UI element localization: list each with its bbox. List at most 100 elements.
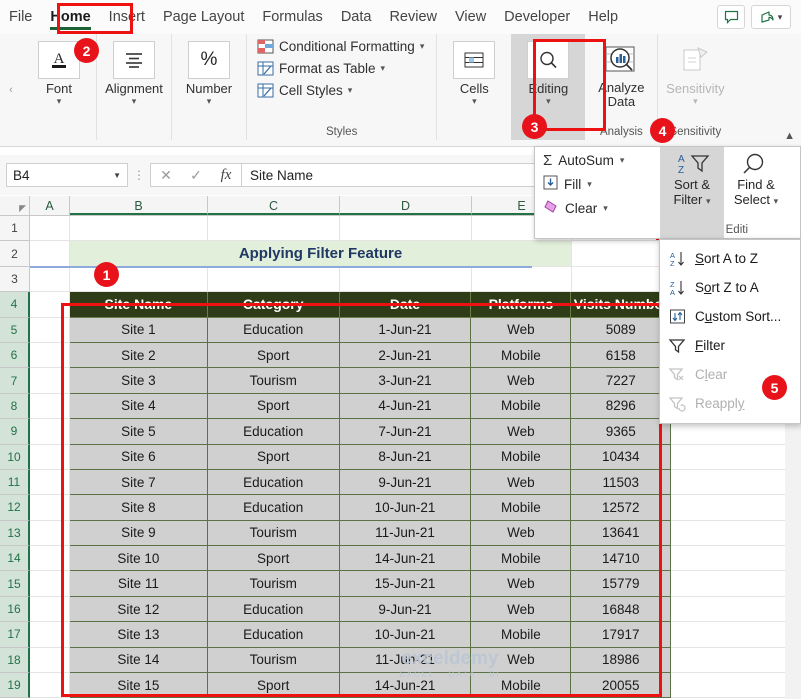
row-tail-cell[interactable] [671, 596, 801, 623]
table-cell[interactable]: 9365 [571, 419, 672, 445]
table-cell[interactable]: Mobile [471, 393, 572, 420]
table-cell[interactable]: 9-Jun-21 [339, 596, 472, 623]
row-tail-cell[interactable] [671, 444, 801, 470]
row-header-17[interactable]: 17 [0, 622, 30, 648]
fill-button[interactable]: Fill ▾ [543, 175, 660, 193]
chevron-down-icon[interactable]: ▾ [774, 196, 779, 206]
table-cell[interactable]: Education [207, 469, 340, 496]
table-cell[interactable]: 14-Jun-21 [339, 673, 472, 699]
menu-item-sort-a-to-z[interactable]: AZ Sort A to Z [660, 244, 800, 273]
chevron-down-icon[interactable]: ▾ [381, 63, 386, 74]
column-header-a[interactable]: A [30, 196, 70, 215]
table-header-cell[interactable]: Visits Number [571, 292, 672, 318]
autosum-button[interactable]: Σ AutoSum ▾ [543, 152, 660, 169]
chevron-down-icon[interactable]: ▾ [472, 96, 477, 107]
table-header-cell[interactable]: Category [207, 292, 340, 318]
row-pad-cell[interactable] [30, 469, 70, 496]
cell-a3[interactable] [30, 266, 70, 293]
row-pad-cell[interactable] [30, 596, 70, 623]
row-pad-cell[interactable] [30, 444, 70, 470]
table-cell[interactable]: Web [471, 368, 572, 394]
table-cell[interactable]: 20055 [571, 673, 672, 699]
cells-button[interactable]: Cells ▾ [441, 39, 507, 107]
row-header-6[interactable]: 6 [0, 342, 30, 369]
chevron-down-icon[interactable]: ▾ [620, 155, 625, 166]
row-tail-cell[interactable] [671, 546, 801, 572]
menu-item-sort-z-to-a[interactable]: ZA Sort Z to A [660, 273, 800, 302]
table-cell[interactable]: Site 3 [69, 368, 208, 394]
table-cell[interactable]: Web [471, 469, 572, 496]
cell-a1[interactable] [30, 216, 70, 242]
table-cell[interactable]: Site 6 [69, 444, 208, 470]
row-tail-cell[interactable] [671, 647, 801, 674]
table-cell[interactable]: Tourism [207, 647, 340, 674]
cell-c3[interactable] [208, 266, 340, 293]
table-cell[interactable]: 11503 [571, 469, 672, 496]
cell-d1[interactable] [340, 216, 472, 242]
table-cell[interactable]: Site 8 [69, 495, 208, 521]
table-cell[interactable]: Mobile [471, 622, 572, 648]
tab-page-layout[interactable]: Page Layout [154, 2, 253, 32]
table-cell[interactable]: 10-Jun-21 [339, 622, 472, 648]
row-pad-cell[interactable] [30, 622, 70, 648]
table-cell[interactable]: Mobile [471, 342, 572, 369]
row-header-18[interactable]: 18 [0, 647, 30, 674]
menu-item-custom-sort[interactable]: Custom Sort... [660, 302, 800, 331]
row-pad-cell[interactable] [30, 495, 70, 521]
row-tail-cell[interactable] [671, 673, 801, 699]
table-cell[interactable]: Education [207, 419, 340, 445]
table-cell[interactable]: 5089 [571, 317, 672, 343]
cell-b1[interactable] [70, 216, 208, 242]
table-cell[interactable]: 7227 [571, 368, 672, 394]
table-cell[interactable]: Education [207, 495, 340, 521]
cell-styles-button[interactable]: Cell Styles ▾ [257, 82, 424, 99]
select-all-corner[interactable]: ◤ [0, 196, 30, 215]
row-pad-cell[interactable] [30, 368, 70, 394]
chevron-down-icon[interactable]: ▾ [348, 85, 353, 96]
table-cell[interactable]: 11-Jun-21 [339, 647, 472, 674]
chevron-down-icon[interactable]: ▾ [587, 179, 592, 190]
table-cell[interactable]: Site 10 [69, 546, 208, 572]
row-header-11[interactable]: 11 [0, 469, 30, 496]
insert-function-button[interactable]: fx [211, 167, 241, 184]
chevron-down-icon[interactable]: ▾ [420, 41, 425, 52]
tab-formulas[interactable]: Formulas [253, 2, 331, 32]
tab-home[interactable]: Home [41, 2, 99, 32]
row-header-2[interactable]: 2 [0, 241, 30, 267]
row-pad-cell[interactable] [30, 342, 70, 369]
row-header-7[interactable]: 7 [0, 368, 30, 394]
table-header-cell[interactable]: Site Name [69, 292, 208, 318]
table-cell[interactable]: 15-Jun-21 [339, 571, 472, 597]
table-cell[interactable]: 10434 [571, 444, 672, 470]
table-cell[interactable]: Sport [207, 342, 340, 369]
cell-d3[interactable] [340, 266, 472, 293]
table-cell[interactable]: 14710 [571, 546, 672, 572]
comment-icon[interactable] [717, 5, 745, 29]
table-cell[interactable]: 14-Jun-21 [339, 546, 472, 572]
row-header-13[interactable]: 13 [0, 520, 30, 547]
row-header-5[interactable]: 5 [0, 317, 30, 343]
row-header-15[interactable]: 15 [0, 571, 30, 597]
table-cell[interactable]: 8-Jun-21 [339, 444, 472, 470]
chevron-down-icon[interactable]: ▾ [706, 196, 711, 206]
table-cell[interactable]: Web [471, 571, 572, 597]
table-cell[interactable]: Sport [207, 444, 340, 470]
table-header-cell[interactable]: Platforms [471, 292, 572, 318]
row-header-9[interactable]: 9 [0, 419, 30, 445]
table-cell[interactable]: 8296 [571, 393, 672, 420]
table-cell[interactable]: 13641 [571, 520, 672, 547]
column-header-d[interactable]: D [340, 196, 472, 215]
row-tail-cell[interactable] [671, 622, 801, 648]
table-cell[interactable]: Site 13 [69, 622, 208, 648]
tab-data[interactable]: Data [332, 2, 381, 32]
table-cell[interactable]: Site 2 [69, 342, 208, 369]
table-cell[interactable]: 3-Jun-21 [339, 368, 472, 394]
table-cell[interactable]: Education [207, 596, 340, 623]
cell-a4[interactable] [30, 292, 70, 318]
row-tail-cell[interactable] [671, 495, 801, 521]
row-pad-cell[interactable] [30, 571, 70, 597]
row-header-14[interactable]: 14 [0, 546, 30, 572]
table-cell[interactable]: Web [471, 419, 572, 445]
tab-review[interactable]: Review [380, 2, 446, 32]
table-cell[interactable]: 10-Jun-21 [339, 495, 472, 521]
